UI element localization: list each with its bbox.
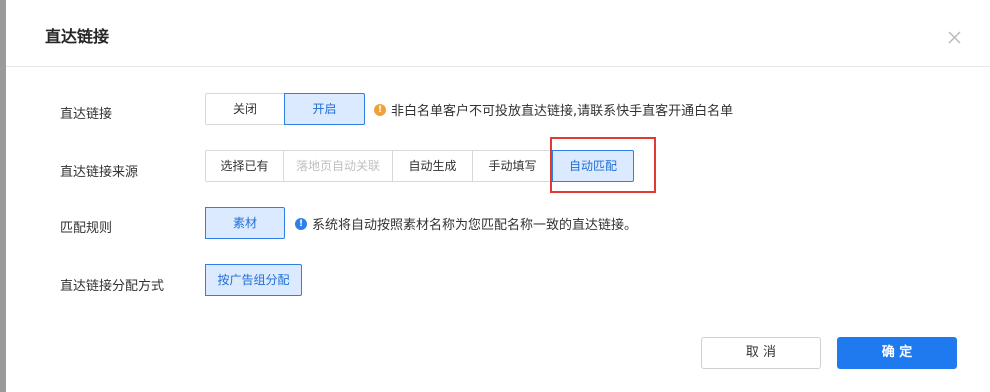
link-source-label: 直达链接来源 <box>60 165 139 180</box>
match-rule-options: 素材 <box>205 207 285 239</box>
link-source-options: 选择已有 落地页自动关联 自动生成 手动填写 自动匹配 <box>205 150 634 182</box>
whitelist-hint-text: 非白名单客户不可投放直达链接,请联系快手直客开通白名单 <box>391 104 734 119</box>
direct-link-on-option[interactable]: 开启 <box>284 93 365 125</box>
warning-icon: ! <box>374 103 386 116</box>
source-auto-match[interactable]: 自动匹配 <box>552 150 634 182</box>
allocation-label: 直达链接分配方式 <box>60 279 165 294</box>
rule-material-option[interactable]: 素材 <box>205 207 285 239</box>
source-select-existing[interactable]: 选择已有 <box>205 150 284 182</box>
close-icon[interactable] <box>946 29 963 46</box>
dialog-title: 直达链接 <box>45 27 110 46</box>
match-rule-hint: ! 系统将自动按照素材名称为您匹配名称一致的直达链接。 <box>295 214 637 233</box>
direct-link-label: 直达链接 <box>60 107 113 122</box>
info-icon: ! <box>295 217 307 230</box>
direct-link-toggle: 关闭 开启 <box>205 93 365 125</box>
source-manual-input[interactable]: 手动填写 <box>472 150 553 182</box>
allocation-options: 按广告组分配 <box>205 264 302 296</box>
allocation-by-adgroup-option[interactable]: 按广告组分配 <box>205 264 302 296</box>
whitelist-hint: ! 非白名单客户不可投放直达链接,请联系快手直客开通白名单 <box>374 100 733 119</box>
direct-link-dialog: 直达链接 直达链接 关闭 开启 ! 非白名单客户不可投放直达链接,请联系快手直客… <box>6 0 990 392</box>
source-landing-auto-link: 落地页自动关联 <box>283 150 393 182</box>
match-rule-label: 匹配规则 <box>60 221 113 236</box>
match-rule-hint-text: 系统将自动按照素材名称为您匹配名称一致的直达链接。 <box>312 218 638 233</box>
confirm-button[interactable]: 确 定 <box>837 337 957 369</box>
direct-link-off-option[interactable]: 关闭 <box>205 93 285 125</box>
dialog-header: 直达链接 <box>6 0 990 67</box>
source-auto-generate[interactable]: 自动生成 <box>392 150 473 182</box>
cancel-button[interactable]: 取 消 <box>701 337 821 369</box>
